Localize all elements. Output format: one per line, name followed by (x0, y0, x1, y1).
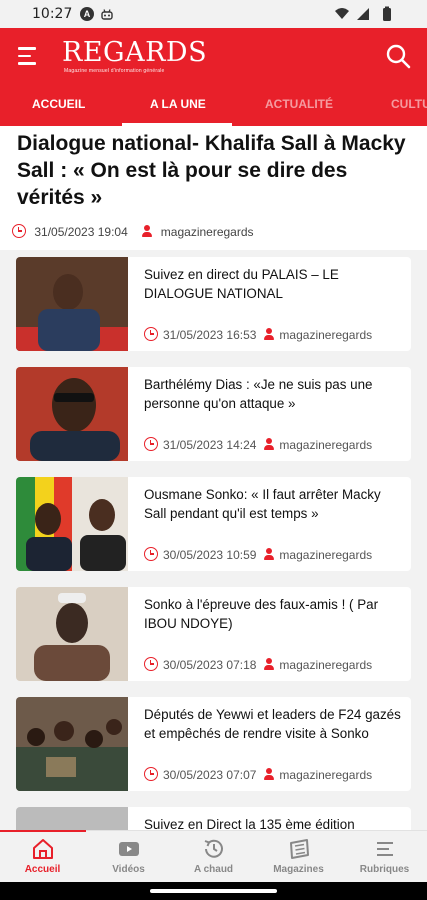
headline-date: 31/05/2023 19:04 (34, 225, 128, 239)
nav-label-videos: Vidéos (112, 864, 145, 875)
list-item[interactable]: Barthélémy Dias : «Je ne suis pas une pe… (16, 367, 411, 461)
active-nav-indicator (0, 830, 86, 832)
nav-label-magazines: Magazines (273, 864, 324, 875)
list-item[interactable]: Sonko à l'épreuve des faux-amis ! ( Par … (16, 587, 411, 681)
menu-button[interactable] (18, 47, 44, 69)
article-thumbnail (16, 257, 128, 351)
article-author: magazineregards (279, 548, 373, 562)
list-item[interactable]: Ousmane Sonko: « Il faut arrêter Macky S… (16, 477, 411, 571)
article-title[interactable]: Suivez en direct du PALAIS – LE DIALOGUE… (144, 265, 404, 303)
clock-icon (144, 327, 158, 341)
home-gesture-pill[interactable] (150, 889, 277, 893)
article-title[interactable]: Barthélémy Dias : «Je ne suis pas une pe… (144, 375, 404, 413)
logo-tagline: Magazine mensuel d'information générale (64, 68, 165, 74)
author-icon (264, 328, 275, 340)
article-title[interactable]: Suivez en Direct la 135 ème édition (144, 815, 404, 830)
article-thumbnail (16, 697, 128, 791)
logo-text: REGARDS (62, 37, 208, 68)
article-author: magazineregards (279, 768, 373, 782)
clock-icon (144, 437, 158, 451)
category-tabs: ACCUEIL A LA UNE ACTUALITÉ CULTURE (0, 88, 427, 126)
headline-author: magazineregards (160, 225, 254, 239)
article-date: 31/05/2023 16:53 (163, 328, 257, 342)
wifi-icon (335, 8, 349, 19)
author-icon (264, 438, 275, 450)
app-header: REGARDS Magazine mensuel d'information g… (0, 28, 427, 126)
history-icon (204, 839, 223, 858)
play-video-icon (118, 842, 139, 856)
article-date: 30/05/2023 10:59 (163, 548, 257, 562)
article-meta: 31/05/2023 14:24 magazineregards (144, 437, 372, 452)
bot-icon (101, 9, 113, 20)
nav-label-accueil: Accueil (24, 864, 61, 875)
author-icon (264, 548, 275, 560)
article-author: magazineregards (279, 438, 373, 452)
article-meta: 30/05/2023 10:59 magazineregards (144, 547, 372, 562)
article-thumbnail (16, 367, 128, 461)
home-icon (32, 839, 53, 859)
article-meta: 31/05/2023 16:53 magazineregards (144, 327, 372, 342)
tab-accueil[interactable]: ACCUEIL (32, 97, 85, 111)
status-time: 10:27 (32, 6, 73, 22)
article-title[interactable]: Sonko à l'épreuve des faux-amis ! ( Par … (144, 595, 404, 633)
article-date: 31/05/2023 14:24 (163, 438, 257, 452)
nav-a-chaud[interactable]: A chaud (171, 835, 256, 881)
author-icon (264, 658, 275, 670)
list-menu-icon (376, 842, 393, 856)
status-indicators (335, 6, 391, 21)
article-date: 30/05/2023 07:07 (163, 768, 257, 782)
clock-icon (12, 224, 26, 238)
article-thumbnail (16, 587, 128, 681)
article-author: magazineregards (279, 328, 373, 342)
article-date: 30/05/2023 07:18 (163, 658, 257, 672)
headline-meta: 31/05/2023 19:04 magazineregards (12, 224, 254, 240)
article-title[interactable]: Députés de Yewwi et leaders de F24 gazés… (144, 705, 404, 743)
list-item[interactable]: Suivez en Direct la 135 ème édition (16, 807, 411, 830)
tab-actualite[interactable]: ACTUALITÉ (265, 97, 333, 111)
thumb-figure (38, 309, 100, 351)
article-meta: 30/05/2023 07:07 magazineregards (144, 767, 372, 782)
article-author: magazineregards (279, 658, 373, 672)
clock-icon (144, 547, 158, 561)
battery-icon (383, 8, 391, 21)
article-thumbnail (16, 807, 128, 830)
accessibility-icon: A (80, 7, 94, 21)
clock-icon (144, 767, 158, 781)
system-navigation-bar (0, 882, 427, 900)
signal-icon (357, 8, 369, 20)
article-title[interactable]: Ousmane Sonko: « Il faut arrêter Macky S… (144, 485, 404, 523)
nav-videos[interactable]: Vidéos (86, 835, 171, 881)
article-list: Suivez en direct du PALAIS – LE DIALOGUE… (0, 250, 427, 830)
article-thumbnail (16, 477, 128, 571)
author-icon (264, 768, 275, 780)
article-meta: 30/05/2023 07:18 magazineregards (144, 657, 372, 672)
list-item[interactable]: Suivez en direct du PALAIS – LE DIALOGUE… (16, 257, 411, 351)
nav-rubriques[interactable]: Rubriques (342, 835, 427, 881)
nav-label-a-chaud: A chaud (193, 864, 234, 875)
bottom-navigation: Accueil Vidéos A chaud Magazines Rubriqu… (0, 830, 427, 882)
regards-logo[interactable]: REGARDS Magazine mensuel d'information g… (62, 38, 212, 78)
nav-magazines[interactable]: Magazines (256, 835, 341, 881)
newspaper-icon (289, 839, 309, 859)
tab-culture[interactable]: CULTURE (391, 97, 427, 111)
nav-accueil[interactable]: Accueil (0, 835, 85, 881)
headline-title[interactable]: Dialogue national- Khalifa Sall à Macky … (17, 130, 412, 211)
nav-label-rubriques: Rubriques (359, 864, 410, 875)
tab-a-la-une[interactable]: A LA UNE (150, 97, 206, 111)
headline-article[interactable]: Dialogue national- Khalifa Sall à Macky … (0, 126, 427, 250)
author-icon (142, 225, 153, 237)
list-item[interactable]: Députés de Yewwi et leaders de F24 gazés… (16, 697, 411, 791)
clock-icon (144, 657, 158, 671)
search-icon[interactable] (385, 43, 411, 69)
status-bar: 10:27 A (0, 0, 427, 28)
